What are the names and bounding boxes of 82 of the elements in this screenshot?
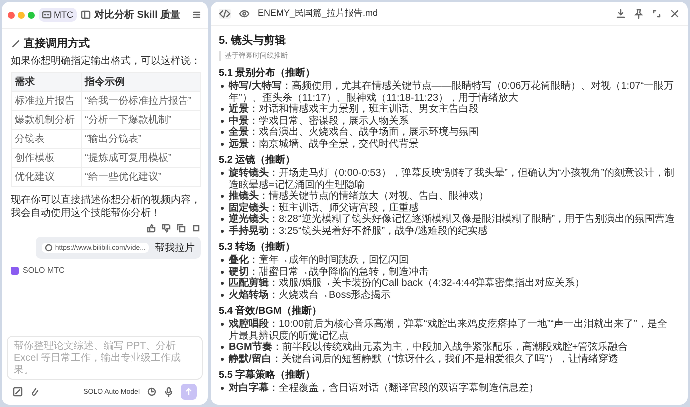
microphone-icon[interactable] bbox=[164, 387, 174, 397]
bullet-icon bbox=[221, 206, 224, 210]
subsection-heading: 5.2 运镜（推断） bbox=[219, 154, 297, 167]
list-item-text: 叠化：童年→成年的时间跳跃，回忆闪回 bbox=[229, 255, 409, 266]
bullet-icon bbox=[221, 294, 224, 296]
intro-text: 如果你想明确指定输出格式，可以这样说： bbox=[11, 55, 201, 68]
bullet-icon bbox=[221, 282, 224, 285]
eye-icon[interactable] bbox=[239, 8, 250, 18]
bullet-icon bbox=[221, 131, 224, 134]
list-item-text: 全景：戏台演出、火烧戏台、战争场面，展示环境与氛围 bbox=[229, 127, 479, 138]
agent-name: SOLO MTC bbox=[23, 266, 65, 276]
bullet-icon bbox=[221, 172, 224, 175]
sidebar-icon[interactable] bbox=[80, 10, 90, 20]
message-text: 帮我拉片 bbox=[155, 242, 195, 255]
table-cell: 标准拉片报告 bbox=[12, 92, 82, 110]
section-heading: 直接调用方式 bbox=[24, 36, 90, 51]
subsection-heading: 5.1 景别分布（推断） bbox=[219, 66, 317, 80]
bullet-icon bbox=[221, 142, 224, 146]
list-item-text: 硬切：甜蜜日常→战争降临的急转，制造冲击 bbox=[229, 266, 429, 278]
download-icon[interactable] bbox=[616, 8, 626, 18]
subsection-heading: 5.4 音效/BGM（推断） bbox=[219, 304, 323, 318]
list-item-text: 戏腔唱段：10:00前后为核心音乐高潮，弹幕“戏腔出来鸡皮疙瘩掉了一地”“声一出泪就出来了”，是全片最具辨识度的听觉记忆点 bbox=[229, 319, 668, 342]
list-item-text: 近景：对话和情感戏主力景别，班主训话、男女主告白段 bbox=[229, 104, 479, 116]
table-cell: “给我一份标准拉片报告” bbox=[82, 92, 200, 110]
message-input[interactable]: 帮你整理论文综述、编写 PPT、分析 Excel 等日常工作，输出专业级工作成果。 bbox=[7, 336, 203, 380]
bullet-icon bbox=[221, 120, 224, 122]
list-item-text: 特写/大特写：高频使用，尤其在情感关键节点——眼睛特写（0:06万花筒眼睛）、对视（1:07“一眼万年”）、歪头杀（11:17）、眼神戏（11:18-11:23），用于情绪放大 bbox=[229, 81, 676, 104]
list-item-text: 逆光镜头：8:28“逆光模糊了镜头好像记忆逐渐模糊又像是眼泪模糊了眼睛”，用于告别演出的氛围营造 bbox=[229, 214, 676, 226]
subsection-heading: 5.3 转场（推断） bbox=[219, 240, 297, 254]
table-cell: “分析一下爆款机制” bbox=[82, 110, 200, 130]
table-cell: “提炼成可复用模板” bbox=[82, 148, 200, 168]
bullet-icon bbox=[221, 387, 224, 390]
image-icon[interactable] bbox=[13, 387, 23, 397]
table-cell: 分镜表 bbox=[12, 130, 82, 148]
code-icon[interactable] bbox=[219, 8, 231, 18]
column-header: 需求 bbox=[12, 72, 82, 92]
list-item-text: 远景：南京城墙、战争全景，交代时代背景 bbox=[229, 138, 419, 150]
close-button[interactable] bbox=[8, 12, 15, 18]
list-item-text: BGM节奏：前半段以传统戏曲元素为主，中段加入战争紧张配乐，高潮段戏腔+管弦乐融合 bbox=[229, 342, 628, 354]
table-cell: 优化建议 bbox=[12, 168, 82, 186]
bullet-icon bbox=[221, 195, 224, 198]
pin-icon[interactable] bbox=[634, 8, 644, 18]
list-item-text: 中景：学戏日常、密谋段，展示人物关系 bbox=[229, 116, 409, 126]
close-icon[interactable] bbox=[670, 8, 680, 18]
clock-icon[interactable] bbox=[147, 387, 157, 397]
document-heading: 5. 镜头与剪辑 bbox=[219, 34, 288, 48]
table-cell: “给一些优化建议” bbox=[82, 168, 200, 186]
bullet-icon bbox=[221, 85, 224, 88]
list-item-text: 手持晃动：3:25“镜头晃着好不舒服”，战争/逃难段的纪实感 bbox=[229, 226, 488, 237]
table-cell: “输出分镜表” bbox=[82, 130, 200, 148]
thumbs-down-icon[interactable] bbox=[162, 224, 171, 233]
file-name: ENEMY_民国篇_拉片报告.md bbox=[258, 7, 378, 20]
agent-avatar-icon bbox=[11, 267, 19, 275]
table-cell: 创作模板 bbox=[12, 148, 82, 168]
window-icon bbox=[42, 10, 52, 20]
list-item-text: 旋转镜头：开场走马灯（0:00-0:53），弹幕反映“别转了我头晕”，但确认为“小孩视角”的刻意设计，制造眩晕感=记忆涌回的生理隐喻 bbox=[229, 168, 676, 190]
list-item-text: 火焰转场：火烧戏台→Boss形态揭示 bbox=[229, 290, 392, 301]
bullet-icon bbox=[221, 230, 224, 232]
bullet-icon bbox=[221, 259, 224, 262]
attachment-icon[interactable] bbox=[30, 387, 40, 397]
bullet-icon bbox=[221, 323, 224, 326]
list-item-text: 对白字幕：全程覆盖，含日语对话（翻译官段的双语字幕制造信息差） bbox=[229, 383, 539, 394]
chat-title: 对比分析 Skill 质量 bbox=[94, 8, 181, 22]
table-cell: 爆款机制分析 bbox=[12, 110, 82, 130]
reply-text: 现在你可以直接描述你想分析的视频内容，我会自动使用这个技能帮你分析！ bbox=[11, 194, 201, 220]
tab[interactable]: MTC bbox=[39, 8, 76, 22]
column-header: 指令示例 bbox=[82, 72, 200, 92]
bullet-icon bbox=[221, 346, 224, 349]
list-item-text: 匹配剪辑：戏服/婚服→关卡装扮的Call back（4:32-4:44弹幕密集指出对应关系） bbox=[229, 278, 586, 290]
subsection-heading: 5.5 字幕策略（推断） bbox=[219, 368, 317, 382]
copy-icon[interactable] bbox=[177, 224, 186, 233]
arrow-up-icon bbox=[185, 388, 193, 396]
thumbs-up-icon[interactable] bbox=[147, 224, 156, 233]
list-item-text: 静默/留白：关键台词后的短暂静默（“惊讶什么，我们不是相爱很久了吗”），让情绪穿透 bbox=[229, 354, 618, 365]
list-item-text: 推镜头：情感关键节点的情绪放大（对视、告白、眼神戏） bbox=[229, 191, 489, 202]
bullet-icon bbox=[221, 270, 224, 274]
bullet-icon bbox=[221, 358, 224, 360]
list-item-text: 固定镜头：班主训话、师父请宫段，庄重感 bbox=[229, 202, 419, 214]
expand-icon[interactable] bbox=[652, 8, 662, 18]
list-icon[interactable] bbox=[192, 10, 202, 20]
bullet-icon bbox=[221, 218, 224, 221]
bullet-icon bbox=[221, 108, 224, 111]
